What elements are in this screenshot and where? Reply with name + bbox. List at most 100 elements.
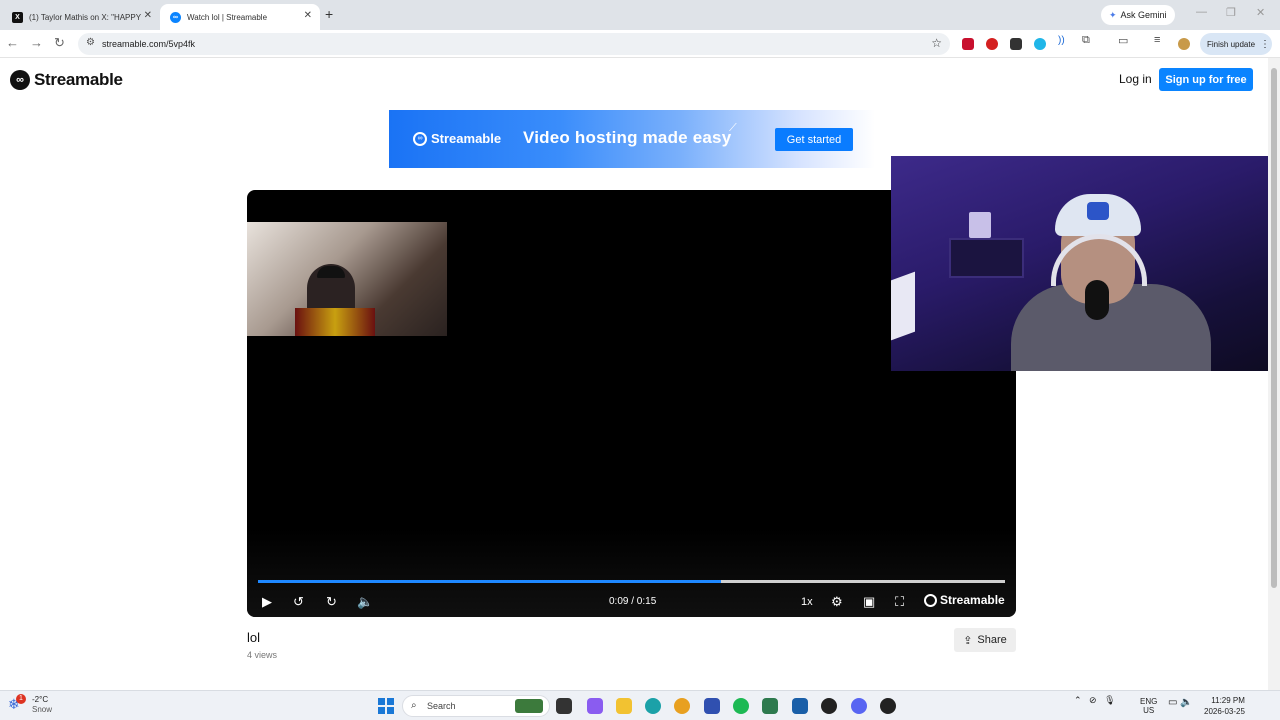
menu-kebab-icon: ⋮ <box>1260 38 1271 50</box>
weather-temp: -2°C <box>32 695 49 704</box>
streamable-logo-icon: ∞ <box>10 70 30 90</box>
windows-start-icon[interactable] <box>378 698 394 714</box>
volume-icon[interactable]: 🔈 <box>357 594 373 610</box>
video-person-cap <box>317 266 345 278</box>
input-language[interactable]: ENG US <box>1140 697 1157 715</box>
finish-update-button[interactable]: Finish update ⋮ <box>1200 33 1272 55</box>
weather-widget[interactable]: ❄ 1 -2°C Snow <box>8 693 53 714</box>
weather-condition: Snow <box>32 705 53 714</box>
login-link[interactable]: Log in <box>1119 72 1152 86</box>
taskbar-search[interactable]: ⌕ Search <box>402 695 550 717</box>
notification-badge: 1 <box>16 693 26 704</box>
extension-wave-icon[interactable]: )) <box>1058 35 1070 47</box>
banner-tagline: Video hosting made easy <box>523 128 732 147</box>
tab-title: Watch lol | Streamable <box>187 12 268 22</box>
cast-icon[interactable]: ▭ <box>1118 34 1130 47</box>
fullscreen-icon[interactable]: ⛶ <box>895 594 904 610</box>
chrome-icon[interactable] <box>674 698 690 714</box>
banner-brand: Streamable <box>431 131 502 146</box>
tab-twitter[interactable]: X (1) Taylor Mathis on X: "HAPPY ✕ <box>2 4 160 30</box>
profile-avatar[interactable] <box>1178 38 1190 50</box>
webcam-light <box>891 271 915 341</box>
scrollbar-thumb[interactable] <box>1271 68 1277 588</box>
video-person-shirt <box>295 308 375 336</box>
extension-red-icon[interactable] <box>962 38 974 50</box>
share-icon: ⇪ <box>963 634 973 647</box>
view-count: 4 views <box>247 650 278 660</box>
address-bar[interactable]: ⚙ streamable.com/5vp4fk ☆ <box>78 33 950 55</box>
reading-list-icon[interactable]: ≡ <box>1154 34 1166 46</box>
browser-toolbar: ← → ↻ ⚙ streamable.com/5vp4fk ☆ )) ⧉ ▭ ≡… <box>0 30 1280 58</box>
site-brand: Streamable <box>34 70 123 89</box>
file-explorer-icon[interactable] <box>616 698 632 714</box>
x-logo-icon: X <box>12 11 23 23</box>
search-icon: ⌕ <box>411 700 417 711</box>
discord-icon[interactable] <box>851 698 867 714</box>
video-frame-thumbnail <box>247 222 447 336</box>
progress-bar[interactable] <box>258 580 1005 583</box>
webcam-cap-logo <box>1087 202 1109 220</box>
tab-title: (1) Taylor Mathis on X: "HAPPY <box>29 12 142 22</box>
back-icon[interactable]: ← <box>6 35 19 50</box>
app-icon[interactable] <box>704 698 720 714</box>
signup-button[interactable]: Sign up for free <box>1159 68 1253 91</box>
get-started-button[interactable]: Get started <box>775 128 853 151</box>
playback-speed-button[interactable]: 1x <box>801 596 813 608</box>
video-title: lol <box>247 630 261 645</box>
reload-icon[interactable]: ↻ <box>54 35 65 51</box>
extension-ublock-icon[interactable] <box>986 38 998 50</box>
spotify-icon[interactable] <box>733 698 749 714</box>
webcam-shelf-item <box>969 212 991 238</box>
search-highlight-icon <box>515 699 543 713</box>
clock-date: 2026-03-25 <box>1204 707 1245 716</box>
ask-gemini-button[interactable]: ✦ Ask Gemini <box>1101 5 1175 25</box>
time-display: 0:09 / 0:15 <box>609 596 657 607</box>
extensions-puzzle-icon[interactable]: ⧉ <box>1082 34 1094 46</box>
picture-in-picture-icon[interactable]: ▣ <box>863 594 875 610</box>
extension-dark-icon[interactable] <box>1010 38 1022 50</box>
extension-blue-icon[interactable] <box>1034 38 1046 50</box>
tray-status-icons[interactable]: ▭ 🔈 <box>1168 697 1193 708</box>
system-tray[interactable]: ⌃ ⊘ 🎙 <box>1074 695 1116 706</box>
region-code: US <box>1143 706 1155 715</box>
photos-icon[interactable] <box>792 698 808 714</box>
player-brand-logo[interactable]: Streamable <box>924 593 1005 607</box>
forward-skip-icon[interactable]: ↻ <box>326 594 337 610</box>
ad-banner[interactable]: ∞ Streamable Video hosting made easy ⟋ G… <box>389 110 875 168</box>
minimize-icon[interactable]: — <box>1196 6 1207 18</box>
site-info-icon[interactable]: ⚙ <box>86 37 95 48</box>
language-code: ENG <box>1140 697 1158 706</box>
maximize-icon[interactable]: ❐ <box>1226 6 1236 19</box>
streamable-logo-icon: ∞ <box>413 131 427 146</box>
forward-icon[interactable]: → <box>30 35 43 50</box>
site-logo[interactable]: ∞ Streamable <box>10 70 123 90</box>
share-label: Share <box>977 634 1007 646</box>
page-content: ∞ Streamable Log in Sign up for free ∞ S… <box>0 58 1268 690</box>
bookmark-star-icon[interactable]: ☆ <box>931 36 942 50</box>
4k-app-icon[interactable] <box>821 698 837 714</box>
copilot-icon[interactable] <box>587 698 603 714</box>
play-icon[interactable]: ▶ <box>262 594 272 610</box>
browser-tab-strip: X (1) Taylor Mathis on X: "HAPPY ✕ ∞ Wat… <box>0 0 1280 30</box>
obs-icon[interactable] <box>880 698 896 714</box>
close-window-icon[interactable]: ✕ <box>1256 6 1265 19</box>
notepad-icon[interactable] <box>762 698 778 714</box>
taskbar: ❄ 1 -2°C Snow ⌕ Search ⌃ ⊘ 🎙 ENG US ▭ 🔈 … <box>0 690 1280 720</box>
system-clock[interactable]: 11:29 PM 2026-03-25 <box>1204 695 1245 717</box>
sparkle-icon: ⟋ <box>729 122 737 134</box>
streamable-icon: ∞ <box>170 11 181 23</box>
search-placeholder: Search <box>427 701 456 711</box>
close-tab-icon[interactable]: ✕ <box>144 10 152 21</box>
snow-icon: ❄ 1 <box>8 693 26 714</box>
rewind-icon[interactable]: ↺ <box>293 594 304 610</box>
share-button[interactable]: ⇪ Share <box>954 628 1016 652</box>
webcam-microphone <box>1085 280 1109 320</box>
edge-icon[interactable] <box>645 698 661 714</box>
page-scrollbar[interactable] <box>1268 58 1280 690</box>
task-view-icon[interactable] <box>556 698 572 714</box>
settings-gear-icon[interactable]: ⚙ <box>831 594 843 610</box>
webcam-overlay <box>891 156 1268 371</box>
tab-streamable[interactable]: ∞ Watch lol | Streamable ✕ <box>160 4 320 30</box>
close-tab-icon[interactable]: ✕ <box>304 10 312 21</box>
new-tab-button[interactable]: + <box>325 6 333 22</box>
